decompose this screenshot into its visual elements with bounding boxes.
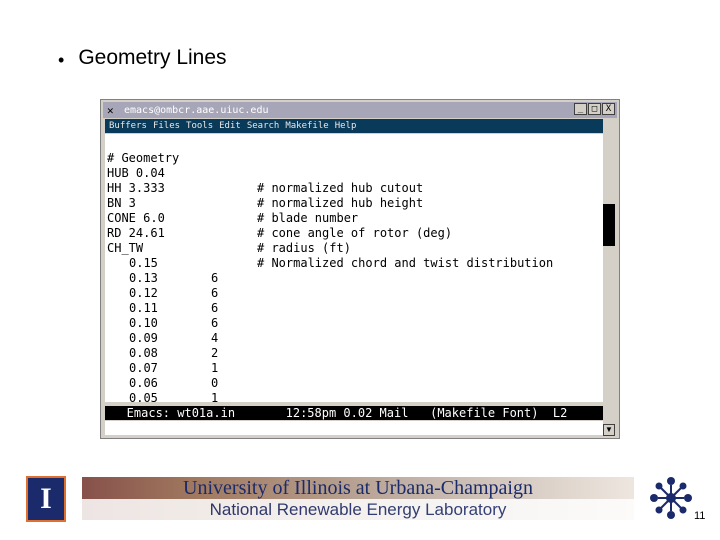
bullet-text: Geometry Lines [78,46,227,69]
illinois-logo: I [26,476,66,522]
chord-value: 0.05 [129,391,158,402]
scroll-down-icon[interactable]: ▼ [603,424,615,436]
table-row: 0.11 6 [107,286,218,330]
vertical-scrollbar[interactable]: ▼ [603,134,615,436]
table-row: 0.06 1 [107,361,218,402]
twist-value: 6 [211,286,219,300]
twist-value: 1 [211,361,219,375]
window-titlebar[interactable]: ✕ emacs@ombcr.aae.uiuc.edu [103,102,617,118]
twist-value: 6 [211,301,219,315]
emacs-modeline: Emacs: wt01a.in 12:58pm 0.02 Mail (Makef… [105,406,611,420]
menu-search[interactable]: Search [247,121,280,131]
param-line: HH 3.333 # normalized hub height [107,166,423,210]
table-row: 0.07 0 [107,346,218,390]
table-row: 0.13 6 [107,256,218,300]
illinois-logo-letter: I [40,482,52,515]
twist-value: 6 [211,271,219,285]
table-row: 0.15 6 [107,241,218,285]
table-row: 0.05 2 [107,376,158,402]
minibuffer[interactable] [105,421,603,435]
twist-value: 1 [211,391,219,402]
twist-value: 4 [211,331,219,345]
nrel-logo-icon [650,477,692,519]
maximize-button[interactable]: □ [588,103,601,115]
window-menu-icon[interactable]: ✕ [107,105,118,116]
editor-buffer[interactable]: # Geometry HUB 0.04 # normalized hub cut… [105,134,603,402]
param-comment: # normalized hub height [257,196,424,210]
bullet-dot: • [58,50,65,70]
param-line: HUB 0.04 # normalized hub cutout [107,151,423,195]
footer-banner: University of Illinois at Urbana-Champai… [82,477,634,520]
menu-help[interactable]: Help [335,121,357,131]
param-line: RD 24.61 # radius (ft) [107,211,351,255]
menu-makefile[interactable]: Makefile [285,121,328,131]
twist-value: 2 [211,346,219,360]
menu-edit[interactable]: Edit [219,121,241,131]
table-row: 0.09 2 [107,316,218,360]
window-title: emacs@ombcr.aae.uiuc.edu [124,104,269,116]
minimize-button[interactable]: _ [574,103,587,115]
param-comment: # Normalized chord and twist distributio… [257,256,554,270]
menu-tools[interactable]: Tools [186,121,213,131]
lab-name: National Renewable Energy Laboratory [82,499,634,520]
twist-value: 0 [211,376,219,390]
table-row: 0.10 4 [107,301,218,345]
menu-buffers[interactable]: Buffers [109,121,147,131]
table-row: 0.12 6 [107,271,218,315]
table-row: 0.08 1 [107,331,218,375]
param-line: BN 3 # blade number [107,181,358,225]
page-number: 11 [694,510,706,522]
param-line: CH_TW # Normalized chord and twist distr… [107,226,553,270]
param-comment: # cone angle of rotor (deg) [257,226,453,240]
param-comment: # normalized hub cutout [257,181,424,195]
close-button[interactable]: X [602,103,615,115]
bullet-item: • Geometry Lines [58,46,227,74]
menu-bar: Buffers Files Tools Edit Search Makefile… [105,119,603,133]
scrollbar-thumb[interactable] [603,204,615,246]
emacs-window: ✕ emacs@ombcr.aae.uiuc.edu _ □ X Buffers… [100,99,620,439]
university-name: University of Illinois at Urbana-Champai… [183,477,533,499]
param-line: CONE 6.0 # cone angle of rotor (deg) [107,196,452,240]
param-comment: # radius (ft) [257,241,351,255]
geometry-header-line: # Geometry [107,136,179,165]
param-comment: # blade number [257,211,359,225]
menu-files[interactable]: Files [153,121,180,131]
twist-value: 6 [211,316,219,330]
